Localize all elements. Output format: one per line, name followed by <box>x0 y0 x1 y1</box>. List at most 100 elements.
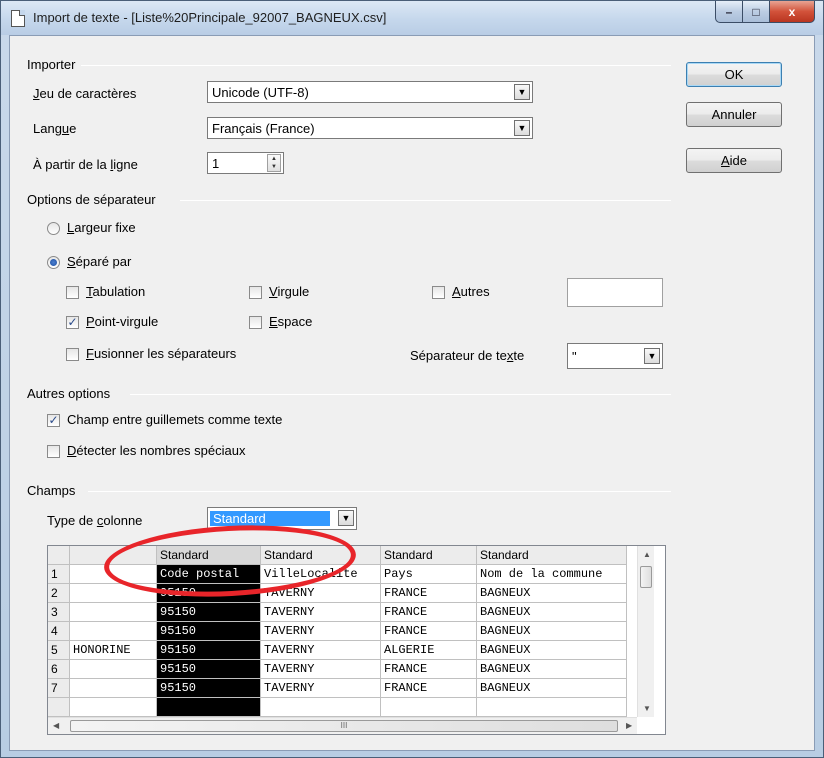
space-checkbox[interactable] <box>249 316 262 329</box>
table-cell[interactable] <box>70 660 157 679</box>
table-cell[interactable] <box>70 622 157 641</box>
table-cell[interactable] <box>70 584 157 603</box>
grid-corner-cell[interactable] <box>48 546 70 565</box>
table-cell[interactable]: TAVERNY <box>261 603 381 622</box>
table-cell[interactable]: VilleLocalite <box>261 565 381 584</box>
row-number[interactable] <box>48 698 70 717</box>
separated-by-label[interactable]: Séparé par <box>67 254 131 269</box>
tab-label[interactable]: Tabulation <box>86 284 145 299</box>
table-cell[interactable]: Nom de la commune <box>477 565 627 584</box>
space-label[interactable]: Espace <box>269 314 312 329</box>
other-label[interactable]: Autres <box>452 284 490 299</box>
row-number[interactable]: 4 <box>48 622 70 641</box>
row-number[interactable]: 2 <box>48 584 70 603</box>
table-cell[interactable]: FRANCE <box>381 603 477 622</box>
close-button[interactable]: x <box>769 1 815 23</box>
table-cell[interactable]: BAGNEUX <box>477 641 627 660</box>
chevron-down-icon[interactable]: ▼ <box>514 84 530 100</box>
row-number[interactable]: 6 <box>48 660 70 679</box>
table-cell[interactable] <box>70 565 157 584</box>
merge-separators-label[interactable]: Fusionner les séparateurs <box>86 346 236 361</box>
table-cell[interactable]: FRANCE <box>381 622 477 641</box>
table-cell[interactable]: HONORINE <box>70 641 157 660</box>
comma-label[interactable]: Virgule <box>269 284 309 299</box>
cancel-button[interactable]: Annuler <box>686 102 782 127</box>
separated-by-radio[interactable] <box>47 256 60 269</box>
table-cell[interactable]: Pays <box>381 565 477 584</box>
table-cell[interactable] <box>477 698 627 717</box>
column-header[interactable]: Standard <box>157 546 261 565</box>
table-cell[interactable]: ALGERIE <box>381 641 477 660</box>
detect-special-numbers-checkbox[interactable] <box>47 445 60 458</box>
title-bar[interactable]: Import de texte - [Liste%20Principale_92… <box>1 1 823 35</box>
column-header[interactable]: Standard <box>381 546 477 565</box>
semicolon-label[interactable]: Point-virgule <box>86 314 158 329</box>
preview-grid[interactable]: Standard Standard Standard Standard 1 Code po… <box>47 545 666 735</box>
chevron-down-icon[interactable]: ▼ <box>338 510 354 526</box>
detect-special-numbers-label[interactable]: Détecter les nombres spéciaux <box>67 443 245 458</box>
table-cell[interactable]: 95150 <box>157 622 261 641</box>
quoted-as-text-label[interactable]: Champ entre guillemets comme texte <box>67 412 282 427</box>
fixed-width-label[interactable]: Largeur fixe <box>67 220 136 235</box>
table-cell[interactable]: BAGNEUX <box>477 660 627 679</box>
semicolon-checkbox[interactable]: ✓ <box>66 316 79 329</box>
column-type-select[interactable]: Standard ▼ <box>207 507 357 530</box>
table-cell[interactable] <box>70 679 157 698</box>
spin-arrows-icon[interactable]: ▲ ▼ <box>267 154 281 172</box>
scroll-up-icon[interactable]: ▲ <box>643 550 651 559</box>
row-number[interactable]: 5 <box>48 641 70 660</box>
table-cell[interactable]: TAVERNY <box>261 641 381 660</box>
table-cell[interactable]: 95150 <box>157 584 261 603</box>
table-cell[interactable]: BAGNEUX <box>477 622 627 641</box>
table-cell[interactable]: 95150 <box>157 660 261 679</box>
grid-header-cell[interactable] <box>70 546 157 565</box>
column-header[interactable]: Standard <box>477 546 627 565</box>
table-cell[interactable]: BAGNEUX <box>477 584 627 603</box>
table-cell[interactable] <box>157 698 261 717</box>
scroll-down-icon[interactable]: ▼ <box>643 704 651 713</box>
maximize-button[interactable]: □ <box>742 1 769 23</box>
table-cell[interactable]: TAVERNY <box>261 584 381 603</box>
comma-checkbox[interactable] <box>249 286 262 299</box>
table-cell[interactable] <box>70 698 157 717</box>
table-cell[interactable]: BAGNEUX <box>477 679 627 698</box>
scroll-left-icon[interactable]: ◀ <box>53 721 59 730</box>
chevron-down-icon[interactable]: ▼ <box>644 348 660 364</box>
column-header[interactable]: Standard <box>261 546 381 565</box>
text-separator-select[interactable]: " ▼ <box>567 343 663 369</box>
tab-checkbox[interactable] <box>66 286 79 299</box>
other-separator-input[interactable] <box>567 278 663 307</box>
table-cell[interactable]: TAVERNY <box>261 679 381 698</box>
chevron-down-icon[interactable]: ▼ <box>514 120 530 136</box>
table-cell[interactable] <box>381 698 477 717</box>
fixed-width-radio[interactable] <box>47 222 60 235</box>
language-select[interactable]: Français (France) ▼ <box>207 117 533 139</box>
table-cell[interactable]: FRANCE <box>381 660 477 679</box>
merge-separators-checkbox[interactable] <box>66 348 79 361</box>
table-cell[interactable]: 95150 <box>157 679 261 698</box>
other-checkbox[interactable] <box>432 286 445 299</box>
table-cell[interactable]: BAGNEUX <box>477 603 627 622</box>
horizontal-scroll-thumb[interactable]: III <box>70 720 618 732</box>
table-cell[interactable] <box>261 698 381 717</box>
preview-vertical-scrollbar[interactable]: ▲ ▼ <box>637 546 654 717</box>
ok-button[interactable]: OK <box>686 62 782 87</box>
row-number[interactable]: 7 <box>48 679 70 698</box>
vertical-scroll-thumb[interactable] <box>640 566 652 588</box>
table-cell[interactable] <box>70 603 157 622</box>
preview-horizontal-scrollbar[interactable]: ◀ III ▶ <box>48 717 637 734</box>
from-line-spinner[interactable]: 1 ▲ ▼ <box>207 152 284 174</box>
table-cell[interactable]: 95150 <box>157 603 261 622</box>
table-cell[interactable]: TAVERNY <box>261 660 381 679</box>
table-cell[interactable]: FRANCE <box>381 679 477 698</box>
table-cell[interactable]: 95150 <box>157 641 261 660</box>
scroll-right-icon[interactable]: ▶ <box>626 721 632 730</box>
table-cell[interactable]: TAVERNY <box>261 622 381 641</box>
row-number[interactable]: 1 <box>48 565 70 584</box>
row-number[interactable]: 3 <box>48 603 70 622</box>
charset-select[interactable]: Unicode (UTF-8) ▼ <box>207 81 533 103</box>
quoted-as-text-checkbox[interactable]: ✓ <box>47 414 60 427</box>
table-cell[interactable]: FRANCE <box>381 584 477 603</box>
table-cell[interactable]: Code postal <box>157 565 261 584</box>
help-button[interactable]: Aide <box>686 148 782 173</box>
